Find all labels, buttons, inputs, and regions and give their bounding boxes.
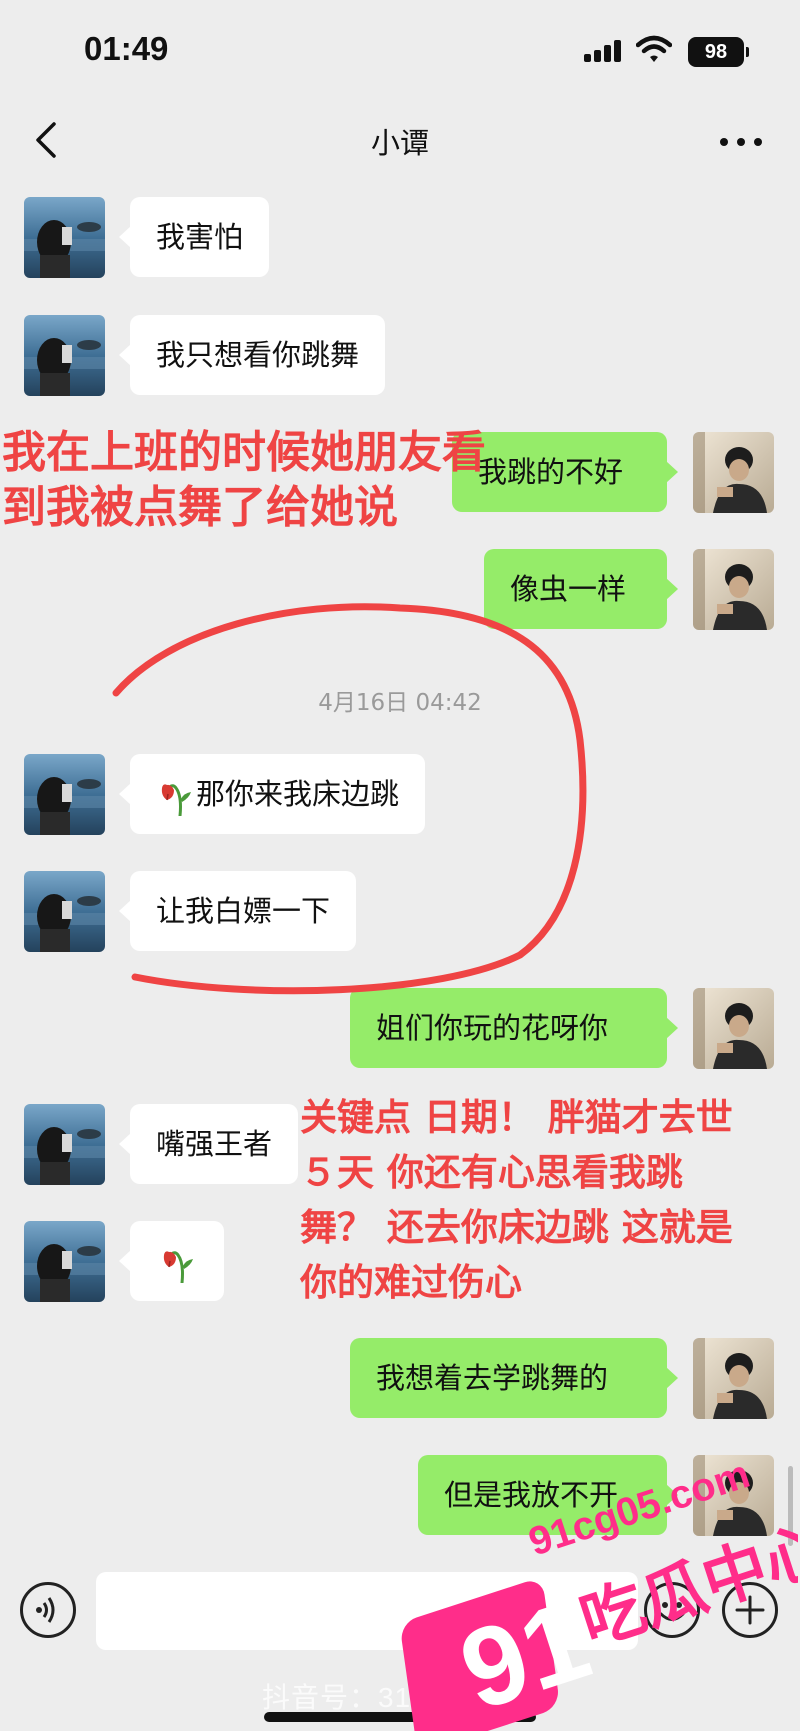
site-logo: 91 91cg05.com 吃瓜中心 — [401, 1452, 798, 1731]
voice-input-button[interactable] — [20, 1582, 76, 1638]
annotation-text: 我在上班的时候她朋友看到我被点舞了给她说 — [2, 427, 486, 533]
voice-icon — [36, 1597, 55, 1623]
annotation-text: 关键点 日期！ 胖猫才去世５天 你还有心思看我跳舞？ 还去你床边跳 这就是你的难… — [300, 1096, 733, 1304]
